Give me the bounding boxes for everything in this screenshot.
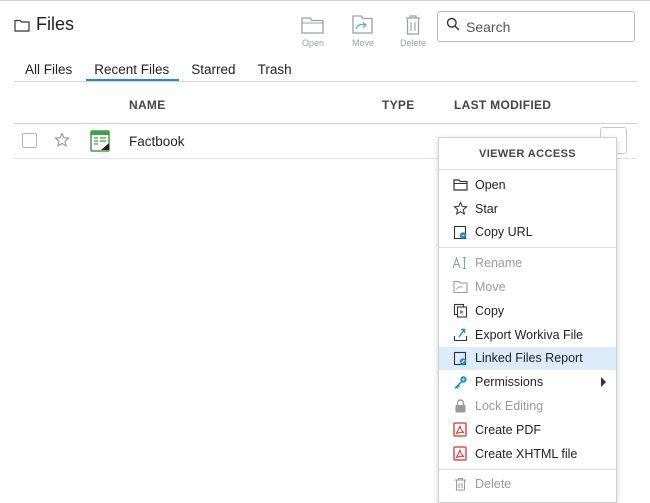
copy-icon — [452, 303, 468, 319]
star-icon[interactable] — [54, 132, 70, 153]
toolbar: Open Move Delete — [292, 14, 434, 48]
move-button-label: Move — [351, 38, 374, 48]
menu-item-move: Move — [439, 275, 616, 299]
column-header-last-modified[interactable]: LAST MODIFIED — [454, 98, 551, 112]
menu-item-label: Open — [475, 177, 506, 192]
menu-item-rename: Rename — [439, 251, 616, 275]
menu-item-label: Rename — [475, 256, 523, 271]
column-header-type[interactable]: TYPE — [382, 98, 415, 112]
menu-item-label: Move — [475, 280, 506, 295]
menu-item-create-pdf[interactable]: Create PDF — [439, 418, 616, 442]
menu-item-label: Permissions — [475, 375, 544, 390]
folder-open-icon — [300, 14, 326, 36]
menu-item-label: Star — [475, 201, 498, 216]
xhtml-icon — [452, 446, 468, 462]
tabs-divider — [14, 81, 637, 82]
star-icon — [452, 201, 468, 217]
pdf-icon — [452, 422, 468, 438]
menu-item-linked-files-report[interactable]: Linked Files Report — [439, 346, 616, 371]
menu-item-copy-url[interactable]: Copy URL — [439, 221, 616, 245]
menu-item-star[interactable]: Star — [439, 197, 616, 221]
menu-item-lock-editing: Lock Editing — [439, 394, 616, 418]
lock-icon — [452, 398, 468, 414]
menu-item-delete: Delete — [439, 473, 616, 497]
copy-url-icon — [452, 224, 468, 240]
menu-group-delete: Delete — [439, 470, 616, 500]
spreadsheet-document-icon — [90, 130, 110, 157]
search-box[interactable] — [437, 11, 635, 42]
menu-group-edit: Rename Move Copy Export Workiva File Lin… — [439, 248, 616, 470]
move-button[interactable]: Move — [342, 14, 384, 48]
menu-item-permissions[interactable]: Permissions — [439, 370, 616, 394]
tab-trash[interactable]: Trash — [258, 62, 292, 82]
top-divider — [0, 0, 650, 1]
menu-header: VIEWER ACCESS — [439, 138, 616, 170]
menu-item-label: Copy — [475, 303, 505, 318]
open-button-label: Open — [301, 38, 325, 48]
column-header-name[interactable]: NAME — [129, 98, 166, 112]
menu-item-label: Export Workiva File — [475, 327, 584, 342]
row-checkbox[interactable] — [22, 133, 37, 148]
open-button[interactable]: Open — [292, 14, 334, 48]
menu-item-create-xhtml-file[interactable]: Create XHTML file — [439, 442, 616, 466]
tab-recent-files[interactable]: Recent Files — [86, 62, 180, 82]
menu-item-label: Create XHTML file — [475, 446, 578, 461]
file-name[interactable]: Factbook — [129, 134, 185, 149]
menu-item-label: Delete — [475, 477, 512, 492]
menu-item-copy[interactable]: Copy — [439, 299, 616, 323]
menu-item-export-workiva-file[interactable]: Export Workiva File — [439, 323, 616, 347]
permissions-key-icon — [452, 374, 468, 390]
menu-item-open[interactable]: Open — [439, 173, 616, 197]
delete-button[interactable]: Delete — [392, 14, 434, 48]
folder-icon — [14, 18, 30, 32]
page-title-text: Files — [36, 14, 75, 34]
delete-button-label: Delete — [399, 38, 426, 48]
rename-icon — [452, 255, 468, 271]
export-icon — [452, 327, 468, 343]
linked-files-report-icon — [452, 350, 468, 366]
tab-starred[interactable]: Starred — [191, 62, 235, 82]
move-icon — [452, 279, 468, 295]
submenu-arrow-icon — [601, 377, 606, 388]
search-icon — [446, 17, 460, 36]
folder-open-icon — [452, 177, 468, 193]
menu-item-label: Linked Files Report — [475, 351, 583, 366]
menu-group-viewer: Open Star Copy URL — [439, 170, 616, 249]
menu-item-label: Lock Editing — [475, 399, 544, 414]
move-icon — [350, 14, 376, 36]
trash-icon — [400, 14, 426, 36]
search-input[interactable] — [466, 18, 626, 35]
page-title: Files — [14, 14, 74, 35]
menu-item-label: Copy URL — [475, 225, 533, 240]
context-menu: VIEWER ACCESS Open Star Copy URL Rename … — [438, 137, 617, 503]
trash-icon — [452, 476, 468, 492]
file-tabs: All Files Recent Files Starred Trash — [25, 62, 314, 82]
tab-all-files[interactable]: All Files — [25, 62, 72, 82]
menu-item-label: Create PDF — [475, 422, 541, 437]
